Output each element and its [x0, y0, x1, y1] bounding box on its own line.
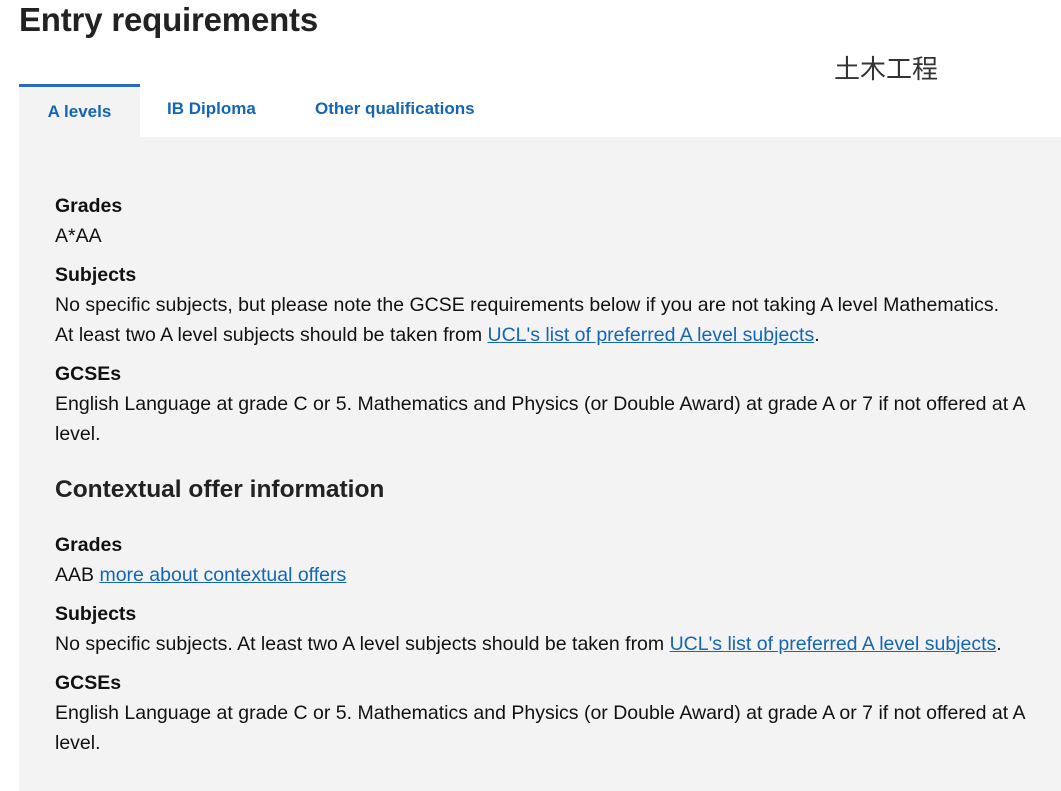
- tab-ib-diploma-label: IB Diploma: [167, 99, 256, 118]
- overlay-caption: 土木工程: [834, 55, 939, 85]
- contextual-grades-text: AAB: [55, 564, 95, 586]
- gcses-label: GCSEs: [55, 363, 122, 385]
- contextual-subjects-value: No specific subjects. At least two A lev…: [55, 629, 1055, 659]
- contextual-subjects-suffix: .: [996, 633, 1002, 655]
- contextual-offers-link[interactable]: more about contextual offers: [99, 564, 346, 586]
- qualification-tabs: A levels IB Diploma Other qualifications: [19, 84, 619, 138]
- contextual-preferred-subjects-link[interactable]: UCL's list of preferred A level subjects: [670, 633, 997, 655]
- contextual-grades-label: Grades: [55, 534, 123, 556]
- tab-ib-diploma[interactable]: IB Diploma: [167, 84, 256, 138]
- tab-other-qualifications[interactable]: Other qualifications: [315, 84, 475, 138]
- subjects-value: No specific subjects, but please note th…: [55, 290, 1055, 350]
- contextual-gcses-value: English Language at grade C or 5. Mathem…: [55, 702, 1025, 754]
- subjects-preferred-line: At least two A level subjects should be …: [55, 320, 1055, 350]
- gcses-value: English Language at grade C or 5. Mathem…: [55, 393, 1025, 445]
- grades-label: Grades: [55, 195, 123, 217]
- tab-panel-a-levels: Grades A*AA Subjects No specific subject…: [19, 137, 1061, 791]
- contextual-offer-heading: Contextual offer information: [55, 476, 385, 503]
- contextual-grades-value: AAB more about contextual offers: [55, 560, 1055, 590]
- requirements-content: Grades A*AA Subjects No specific subject…: [55, 191, 1055, 758]
- preferred-subjects-link[interactable]: UCL's list of preferred A level subjects: [488, 324, 815, 346]
- grades-value: A*AA: [55, 225, 102, 247]
- subjects-note: No specific subjects, but please note th…: [55, 294, 1000, 316]
- tab-a-levels[interactable]: A levels: [19, 84, 140, 138]
- contextual-gcses-label: GCSEs: [55, 672, 122, 694]
- subjects-label: Subjects: [55, 264, 137, 286]
- tab-other-qualifications-label: Other qualifications: [315, 99, 475, 118]
- tab-a-levels-label: A levels: [47, 102, 112, 121]
- page-title: Entry requirements: [19, 1, 318, 38]
- subjects-preferred-prefix: At least two A level subjects should be …: [55, 324, 488, 346]
- contextual-subjects-label: Subjects: [55, 603, 137, 625]
- subjects-preferred-suffix: .: [814, 324, 820, 346]
- contextual-subjects-prefix: No specific subjects. At least two A lev…: [55, 633, 670, 655]
